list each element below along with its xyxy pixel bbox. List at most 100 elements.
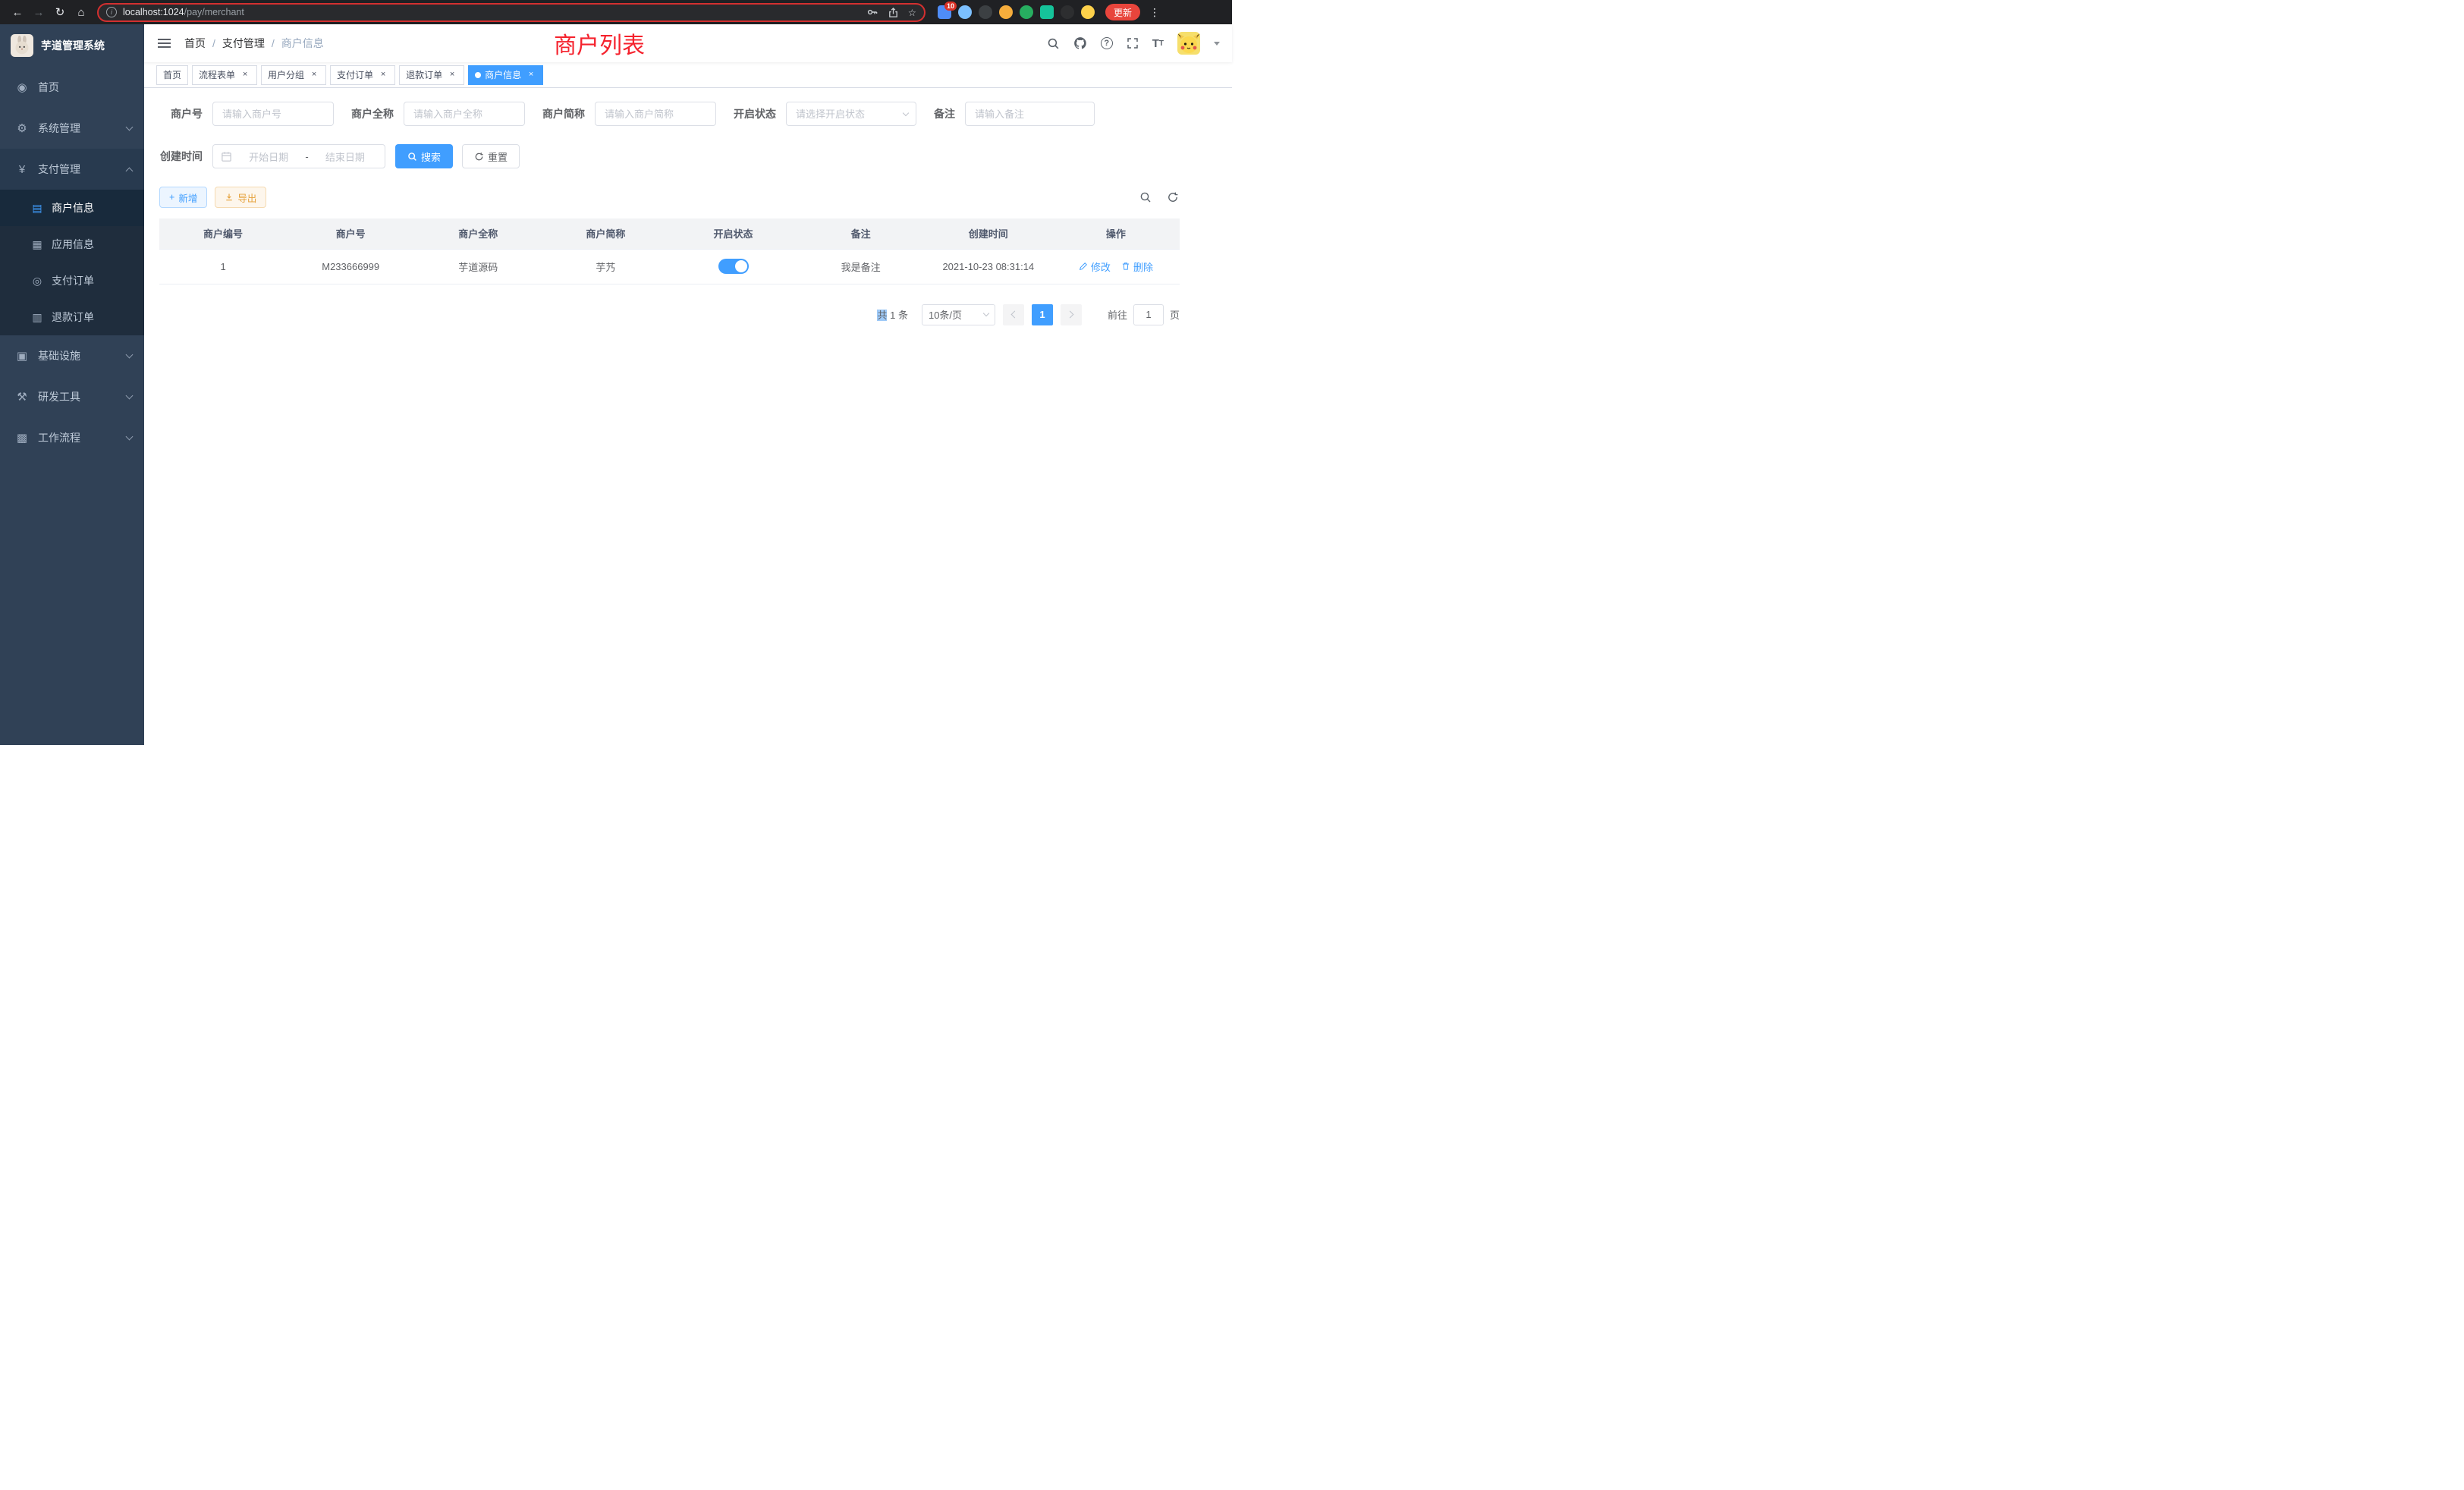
col-merchant-id: 商户编号 (159, 218, 287, 249)
tab-user-group[interactable]: 用户分组 × (261, 65, 326, 85)
hamburger-icon[interactable] (156, 36, 172, 51)
avatar-caret-icon[interactable] (1214, 42, 1220, 46)
close-icon[interactable]: × (526, 70, 536, 80)
sidebar-item-home[interactable]: ◉ 首页 (0, 67, 144, 108)
sidebar-item-refund-order[interactable]: ▥ 退款订单 (0, 299, 144, 335)
tab-home[interactable]: 首页 (156, 65, 188, 85)
filter-status: 开启状态 (734, 102, 916, 126)
monitor-icon: ▣ (15, 349, 29, 363)
top-navbar: 首页 / 支付管理 / 商户信息 商户列表 ? TT (144, 24, 1232, 62)
breadcrumb-home[interactable]: 首页 (184, 36, 206, 51)
extension-drop-icon[interactable] (958, 5, 972, 19)
add-button[interactable]: + 新增 (159, 187, 207, 208)
sidebar-item-pay-order[interactable]: ◎ 支付订单 (0, 262, 144, 299)
pagination-goto: 前往 页 (1108, 304, 1180, 325)
sidebar-item-dev-tools[interactable]: ⚒ 研发工具 (0, 376, 144, 417)
refresh-icon[interactable] (1166, 190, 1180, 204)
merchant-no-input[interactable] (212, 102, 334, 126)
chevron-down-icon (983, 310, 989, 316)
help-icon[interactable]: ? (1101, 37, 1113, 49)
user-avatar[interactable] (1177, 32, 1200, 55)
chevron-down-icon (126, 351, 134, 359)
github-icon[interactable] (1073, 36, 1087, 50)
table-header-row: 商户编号 商户号 商户全称 商户简称 开启状态 备注 创建时间 操作 (159, 218, 1180, 249)
extension-knot-icon[interactable] (1061, 5, 1074, 19)
page-number-1[interactable]: 1 (1032, 304, 1053, 325)
breadcrumb-separator: / (272, 37, 275, 49)
reload-icon[interactable]: ↻ (50, 2, 70, 22)
sidebar: 芋道管理系统 ◉ 首页 ⚙ 系统管理 ¥ 支付管理 ▤ 商户信息 ▦ 应用信息 (0, 24, 144, 745)
filter-full-name: 商户全称 (351, 102, 525, 126)
close-icon[interactable]: × (309, 70, 319, 80)
sidebar-item-system[interactable]: ⚙ 系统管理 (0, 108, 144, 149)
breadcrumb-section[interactable]: 支付管理 (222, 36, 265, 51)
page-content: 商户号 商户全称 商户简称 开启状态 (144, 88, 1232, 745)
address-bar[interactable]: i localhost:1024/pay/merchant ☆ (97, 3, 926, 22)
date-range-picker[interactable]: 开始日期 - 结束日期 (212, 144, 385, 168)
browser-toolbar: ← → ↻ ⌂ i localhost:1024/pay/merchant ☆ … (0, 0, 1232, 24)
breadcrumb: 首页 / 支付管理 / 商户信息 (184, 36, 324, 51)
url-path: /pay/merchant (184, 7, 244, 17)
url-host: localhost:1024 (123, 7, 184, 17)
extension-avatar-icon[interactable] (999, 5, 1013, 19)
tab-merchant-info[interactable]: 商户信息 × (468, 65, 543, 85)
fullscreen-icon[interactable] (1127, 37, 1139, 49)
export-button[interactable]: 导出 (215, 187, 266, 208)
extension-badge: 10 (944, 2, 957, 11)
font-size-icon[interactable]: TT (1152, 37, 1164, 50)
browser-menu-icon[interactable]: ⋮ (1146, 6, 1163, 19)
download-icon (225, 193, 234, 202)
dashboard-icon: ◉ (15, 80, 29, 94)
tab-pay-order[interactable]: 支付订单 × (330, 65, 395, 85)
goto-page-input[interactable] (1133, 304, 1164, 325)
filter-row-1: 商户号 商户全称 商户简称 开启状态 (159, 102, 1180, 126)
chrome-update-button[interactable]: 更新 (1105, 4, 1140, 20)
home-icon[interactable]: ⌂ (71, 2, 91, 22)
date-start-placeholder[interactable]: 开始日期 (237, 149, 300, 164)
close-icon[interactable]: × (447, 70, 457, 80)
filter-short-name: 商户简称 (542, 102, 716, 126)
extension-note-icon[interactable] (1040, 5, 1054, 19)
sidebar-item-pay[interactable]: ¥ 支付管理 (0, 149, 144, 190)
prev-page-button[interactable] (1003, 304, 1024, 325)
status-select-input[interactable] (786, 102, 916, 126)
short-name-input[interactable] (595, 102, 716, 126)
cell-merchant-id: 1 (159, 249, 287, 284)
info-icon[interactable]: i (106, 7, 117, 17)
search-icon[interactable] (1047, 37, 1060, 50)
extension-puzzle-icon[interactable]: 10 (938, 5, 951, 19)
extension-emoji-icon[interactable] (1081, 5, 1095, 19)
share-icon[interactable] (888, 7, 899, 18)
app-logo[interactable]: 芋道管理系统 (0, 24, 144, 67)
breadcrumb-separator: / (212, 37, 215, 49)
extension-green-icon[interactable] (1020, 5, 1033, 19)
pagination: 共 1 条 10条/页 1 前往 页 (159, 304, 1180, 325)
forward-icon[interactable]: → (29, 2, 49, 22)
workflow-icon: ▩ (15, 431, 29, 445)
reset-button[interactable]: 重置 (462, 144, 520, 168)
show-search-icon[interactable] (1139, 190, 1152, 204)
status-select[interactable] (786, 102, 916, 126)
delete-link[interactable]: 删除 (1121, 259, 1153, 274)
sidebar-item-infra[interactable]: ▣ 基础设施 (0, 335, 144, 376)
extension-dark-icon[interactable] (979, 5, 992, 19)
bookmark-star-icon[interactable]: ☆ (908, 7, 916, 18)
sidebar-item-merchant-info[interactable]: ▤ 商户信息 (0, 190, 144, 226)
close-icon[interactable]: × (240, 70, 250, 80)
close-icon[interactable]: × (378, 70, 388, 80)
back-icon[interactable]: ← (8, 2, 27, 22)
tab-refund-order[interactable]: 退款订单 × (399, 65, 464, 85)
sidebar-item-workflow[interactable]: ▩ 工作流程 (0, 417, 144, 458)
tab-process-form[interactable]: 流程表单 × (192, 65, 257, 85)
search-button[interactable]: 搜索 (395, 144, 453, 168)
date-end-placeholder[interactable]: 结束日期 (313, 149, 377, 164)
next-page-button[interactable] (1061, 304, 1082, 325)
sidebar-item-app-info[interactable]: ▦ 应用信息 (0, 226, 144, 262)
col-create-time: 创建时间 (925, 218, 1052, 249)
full-name-input[interactable] (404, 102, 525, 126)
status-toggle[interactable] (718, 259, 749, 274)
edit-link[interactable]: 修改 (1079, 259, 1111, 274)
password-key-icon[interactable] (866, 6, 878, 18)
page-size-select[interactable]: 10条/页 (922, 304, 995, 325)
remark-input[interactable] (965, 102, 1095, 126)
